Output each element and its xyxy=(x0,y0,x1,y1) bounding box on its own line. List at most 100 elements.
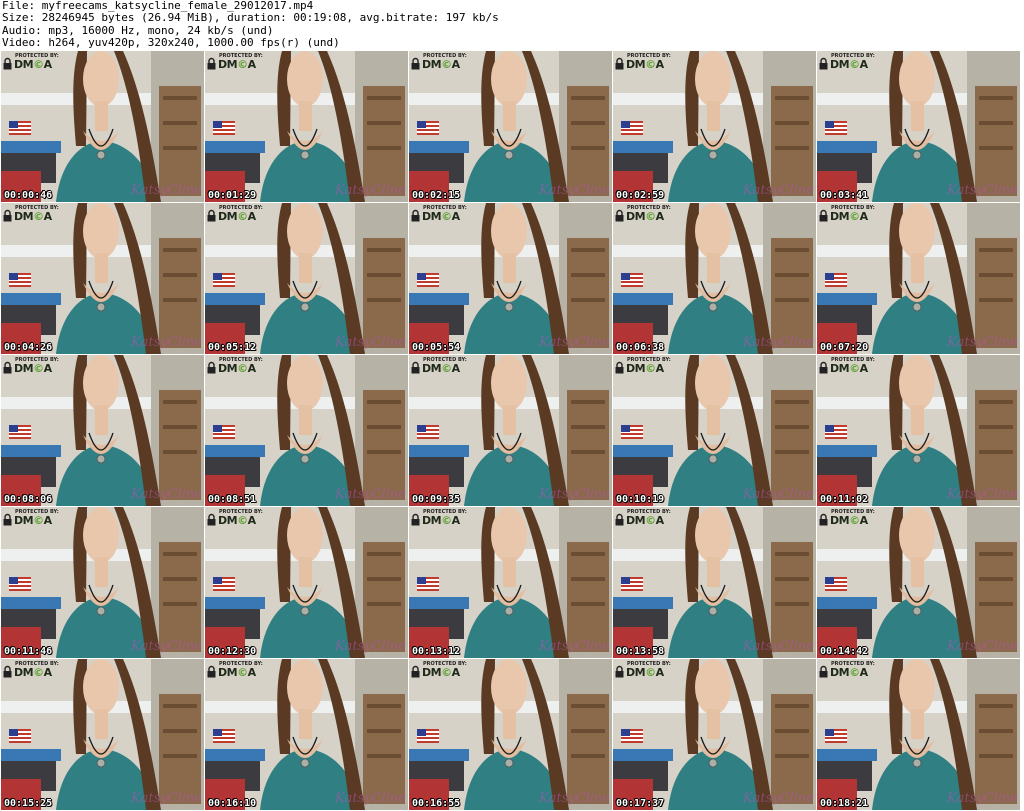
thumbnail-18[interactable]: PROTECTED BY: DM©A KatsyCline 00:13:12 xyxy=(409,507,612,658)
thumbnail-9[interactable]: PROTECTED BY: DM©A KatsyCline 00:06:38 xyxy=(613,203,816,354)
thumbnail-8[interactable]: PROTECTED BY: DM©A KatsyCline 00:05:54 xyxy=(409,203,612,354)
watermark-text: KatsyCline xyxy=(742,791,814,806)
watermark-text: KatsyCline xyxy=(742,487,814,502)
watermark-text: KatsyCline xyxy=(130,487,202,502)
thumbnail-4[interactable]: PROTECTED BY: DM©A KatsyCline 00:02:59 xyxy=(613,51,816,202)
thumbnail-21[interactable]: PROTECTED BY: DM©A KatsyCline 00:15:25 xyxy=(1,659,204,810)
watermark-text: KatsyCline xyxy=(538,791,610,806)
video-frame-image xyxy=(613,355,816,506)
thumbnail-15[interactable]: PROTECTED BY: DM©A KatsyCline 00:11:02 xyxy=(817,355,1020,506)
thumbnail-17[interactable]: PROTECTED BY: DM©A KatsyCline 00:12:30 xyxy=(205,507,408,658)
thumbnail-23[interactable]: PROTECTED BY: DM©A KatsyCline 00:16:55 xyxy=(409,659,612,810)
watermark-text: KatsyCline xyxy=(130,183,202,198)
dmca-badge: PROTECTED BY: DM©A xyxy=(819,53,875,73)
dmca-badge: PROTECTED BY: DM©A xyxy=(3,205,59,225)
flag-icon xyxy=(9,121,31,135)
video-frame-image xyxy=(613,203,816,354)
flag-icon xyxy=(213,121,235,135)
dmca-logo: DM©A xyxy=(830,58,868,71)
flag-icon xyxy=(9,273,31,287)
dmca-logo: DM©A xyxy=(422,210,460,223)
dmca-logo: DM©A xyxy=(830,514,868,527)
timestamp-label: 00:08:06 xyxy=(4,494,53,505)
watermark-text: KatsyCline xyxy=(742,639,814,654)
video-frame-image xyxy=(409,659,612,810)
flag-icon xyxy=(621,729,643,743)
thumbnail-7[interactable]: PROTECTED BY: DM©A KatsyCline 00:05:12 xyxy=(205,203,408,354)
thumbnail-12[interactable]: PROTECTED BY: DM©A KatsyCline 00:08:51 xyxy=(205,355,408,506)
dmca-badge: PROTECTED BY: DM©A xyxy=(819,205,875,225)
dmca-badge: PROTECTED BY: DM©A xyxy=(615,509,671,529)
lock-icon xyxy=(207,209,216,222)
thumbnail-1[interactable]: PROTECTED BY: DM©A KatsyCline 00:00:46 xyxy=(1,51,204,202)
thumbnail-13[interactable]: PROTECTED BY: DM©A KatsyCline 00:09:35 xyxy=(409,355,612,506)
dmca-badge: PROTECTED BY: DM©A xyxy=(819,509,875,529)
video-frame-image xyxy=(1,355,204,506)
watermark-text: KatsyCline xyxy=(334,335,406,350)
thumbnail-16[interactable]: PROTECTED BY: DM©A KatsyCline 00:11:46 xyxy=(1,507,204,658)
video-frame-image xyxy=(409,51,612,202)
timestamp-label: 00:05:12 xyxy=(208,342,257,353)
lock-icon xyxy=(615,665,624,678)
timestamp-label: 00:03:41 xyxy=(820,190,869,201)
lock-icon xyxy=(207,513,216,526)
timestamp-label: 00:17:37 xyxy=(616,798,665,809)
dmca-logo: DM©A xyxy=(626,58,664,71)
video-frame-image xyxy=(205,51,408,202)
lock-icon xyxy=(411,361,420,374)
flag-icon xyxy=(213,425,235,439)
video-frame-image xyxy=(613,507,816,658)
dmca-logo: DM©A xyxy=(830,666,868,679)
thumbnail-20[interactable]: PROTECTED BY: DM©A KatsyCline 00:14:42 xyxy=(817,507,1020,658)
watermark-text: KatsyCline xyxy=(946,183,1018,198)
dmca-logo: DM©A xyxy=(218,362,256,375)
watermark-text: KatsyCline xyxy=(946,791,1018,806)
dmca-badge: PROTECTED BY: DM©A xyxy=(3,509,59,529)
dmca-logo: DM©A xyxy=(14,210,52,223)
video-frame-image xyxy=(205,659,408,810)
video-frame-image xyxy=(817,203,1020,354)
dmca-logo: DM©A xyxy=(422,58,460,71)
timestamp-label: 00:11:02 xyxy=(820,494,869,505)
lock-icon xyxy=(615,57,624,70)
dmca-logo: DM©A xyxy=(422,514,460,527)
thumbnail-10[interactable]: PROTECTED BY: DM©A KatsyCline 00:07:20 xyxy=(817,203,1020,354)
dmca-badge: PROTECTED BY: DM©A xyxy=(411,205,467,225)
thumbnail-2[interactable]: PROTECTED BY: DM©A KatsyCline 00:01:29 xyxy=(205,51,408,202)
video-frame-image xyxy=(1,659,204,810)
file-size-line: Size: 28246945 bytes (26.94 MiB), durati… xyxy=(2,11,499,25)
thumbnail-24[interactable]: PROTECTED BY: DM©A KatsyCline 00:17:37 xyxy=(613,659,816,810)
dmca-badge: PROTECTED BY: DM©A xyxy=(207,357,263,377)
timestamp-label: 00:16:10 xyxy=(208,798,257,809)
video-frame-image xyxy=(205,355,408,506)
flag-icon xyxy=(417,425,439,439)
dmca-logo: DM©A xyxy=(626,666,664,679)
video-frame-image xyxy=(817,355,1020,506)
thumbnail-14[interactable]: PROTECTED BY: DM©A KatsyCline 00:10:19 xyxy=(613,355,816,506)
dmca-logo: DM©A xyxy=(830,362,868,375)
thumbnail-22[interactable]: PROTECTED BY: DM©A KatsyCline 00:16:10 xyxy=(205,659,408,810)
lock-icon xyxy=(207,361,216,374)
dmca-badge: PROTECTED BY: DM©A xyxy=(3,357,59,377)
thumbnail-25[interactable]: PROTECTED BY: DM©A KatsyCline 00:18:21 xyxy=(817,659,1020,810)
flag-icon xyxy=(213,577,235,591)
dmca-badge: PROTECTED BY: DM©A xyxy=(3,53,59,73)
dmca-badge: PROTECTED BY: DM©A xyxy=(3,661,59,681)
dmca-logo: DM©A xyxy=(218,210,256,223)
thumbnail-11[interactable]: PROTECTED BY: DM©A KatsyCline 00:08:06 xyxy=(1,355,204,506)
thumbnail-3[interactable]: PROTECTED BY: DM©A KatsyCline 00:02:15 xyxy=(409,51,612,202)
watermark-text: KatsyCline xyxy=(334,791,406,806)
dmca-logo: DM©A xyxy=(422,666,460,679)
thumbnail-6[interactable]: PROTECTED BY: DM©A KatsyCline 00:04:26 xyxy=(1,203,204,354)
lock-icon xyxy=(411,513,420,526)
thumbnail-grid: PROTECTED BY: DM©A KatsyCline 00:00:46 P… xyxy=(1,51,1023,811)
flag-icon xyxy=(417,273,439,287)
flag-icon xyxy=(9,425,31,439)
thumbnail-19[interactable]: PROTECTED BY: DM©A KatsyCline 00:13:58 xyxy=(613,507,816,658)
thumbnail-5[interactable]: PROTECTED BY: DM©A KatsyCline 00:03:41 xyxy=(817,51,1020,202)
lock-icon xyxy=(819,665,828,678)
lock-icon xyxy=(207,665,216,678)
dmca-logo: DM©A xyxy=(14,58,52,71)
timestamp-label: 00:13:58 xyxy=(616,646,665,657)
timestamp-label: 00:13:12 xyxy=(412,646,461,657)
